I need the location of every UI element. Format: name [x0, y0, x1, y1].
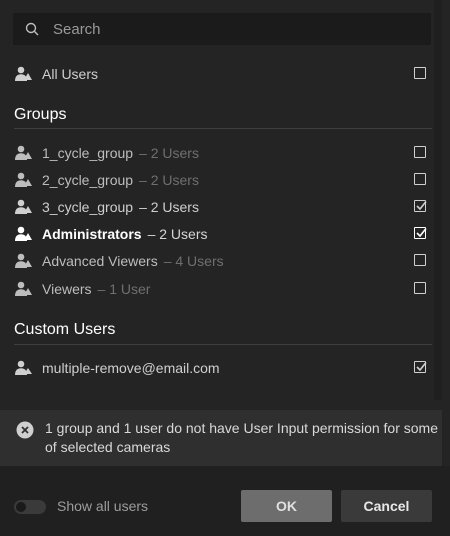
cancel-button[interactable]: Cancel	[341, 490, 432, 522]
all-users-label: All Users	[42, 66, 99, 82]
group-row[interactable]: 2_cycle_group – 2 Users	[14, 169, 426, 191]
group-row[interactable]: Administrators – 2 Users	[14, 223, 427, 245]
custom-users-heading: Custom Users	[14, 321, 116, 338]
group-row[interactable]: Viewers – 1 User	[14, 278, 426, 300]
dialog-footer: Show all users OK Cancel	[0, 466, 450, 536]
group-name: Advanced Viewers	[42, 253, 158, 269]
group-user-count: – 2 Users	[139, 145, 199, 161]
user-group-icon	[14, 144, 34, 162]
search-icon	[25, 22, 39, 36]
group-row[interactable]: Advanced Viewers – 4 Users	[14, 250, 426, 272]
check-icon	[416, 362, 427, 372]
group-checkbox[interactable]	[414, 173, 426, 185]
groups-divider	[14, 128, 432, 129]
check-icon	[416, 228, 427, 238]
custom-users-divider	[14, 344, 432, 345]
ok-button[interactable]: OK	[241, 490, 332, 522]
group-user-count: – 1 User	[97, 281, 151, 297]
groups-heading: Groups	[14, 106, 67, 123]
custom-user-email: multiple-remove@email.com	[42, 360, 220, 376]
group-checkbox[interactable]	[414, 282, 426, 294]
user-permission-panel: All Users Groups 1_cycle_group– 2 Users2…	[0, 0, 450, 536]
group-name: Administrators	[42, 226, 142, 242]
permission-warning: 1 group and 1 user do not have User Inpu…	[0, 410, 442, 466]
group-name: 2_cycle_group	[42, 172, 134, 188]
group-name: 1_cycle_group	[42, 145, 134, 161]
group-checkbox[interactable]	[414, 254, 426, 266]
user-group-icon	[14, 225, 34, 243]
group-user-count: – 2 Users	[139, 199, 199, 215]
group-name: Viewers	[42, 281, 92, 297]
user-group-icon	[14, 65, 34, 83]
show-all-users-toggle[interactable]	[14, 500, 46, 514]
scrollbar[interactable]	[434, 0, 442, 400]
check-icon	[416, 201, 427, 211]
custom-user-row[interactable]: multiple-remove@email.com	[14, 357, 427, 379]
group-name: 3_cycle_group	[42, 199, 134, 215]
user-group-icon	[14, 252, 34, 270]
group-checkbox[interactable]	[414, 200, 427, 212]
group-checkbox[interactable]	[414, 227, 427, 239]
search-box[interactable]	[13, 13, 431, 45]
toggle-knob	[16, 502, 26, 512]
group-user-count: – 4 Users	[163, 253, 224, 269]
close-circle-icon	[16, 421, 34, 439]
search-input[interactable]	[51, 19, 395, 39]
show-all-users-label: Show all users	[57, 498, 149, 514]
group-checkbox[interactable]	[414, 146, 426, 158]
user-group-icon	[14, 171, 34, 189]
group-user-count: – 2 Users	[139, 172, 199, 188]
all-users-row[interactable]: All Users	[14, 63, 426, 85]
user-group-icon	[14, 198, 34, 216]
all-users-checkbox[interactable]	[414, 67, 426, 79]
group-user-count: – 2 Users	[147, 226, 208, 242]
user-icon	[14, 359, 34, 377]
group-row[interactable]: 1_cycle_group – 2 Users	[14, 142, 426, 164]
custom-user-checkbox[interactable]	[414, 361, 427, 373]
user-group-icon	[14, 280, 34, 298]
group-row[interactable]: 3_cycle_group – 2 Users	[14, 196, 427, 218]
warning-message: 1 group and 1 user do not have User Inpu…	[45, 420, 438, 455]
